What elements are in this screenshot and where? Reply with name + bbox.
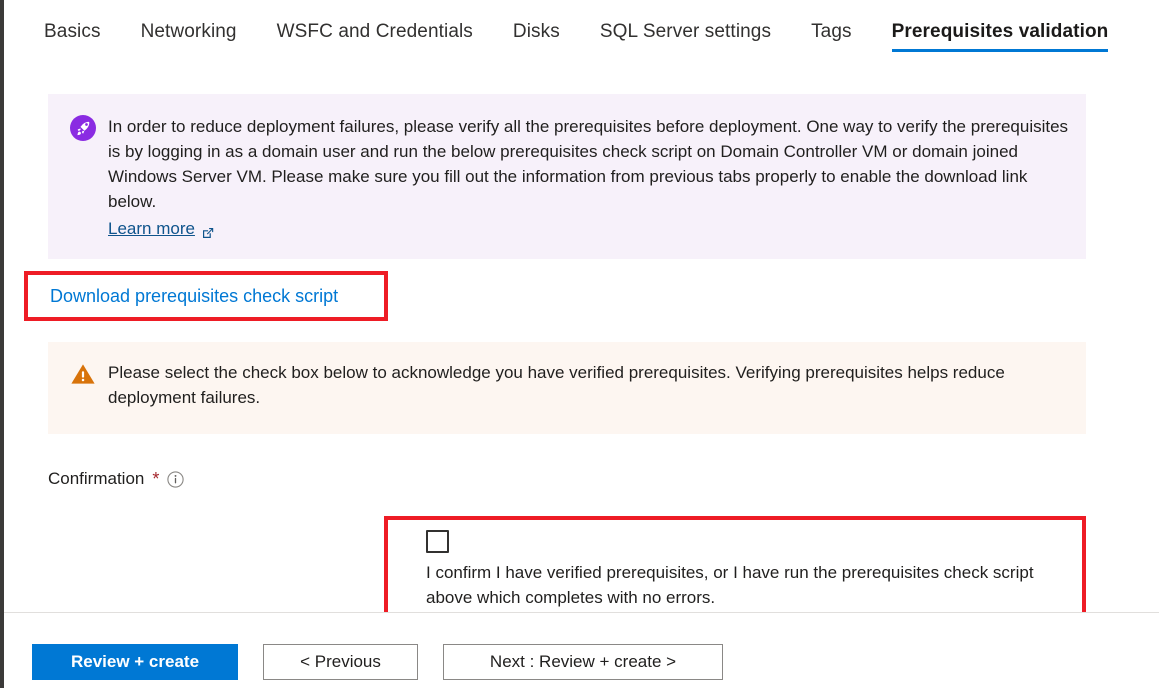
external-link-icon	[201, 222, 215, 238]
tab-wsfc-and-credentials[interactable]: WSFC and Credentials	[277, 0, 473, 57]
warning-banner-text: Please select the check box below to ack…	[108, 363, 1005, 407]
tab-networking[interactable]: Networking	[141, 0, 237, 57]
required-asterisk: *	[152, 469, 160, 489]
learn-more-label: Learn more	[108, 219, 195, 238]
confirmation-label: Confirmation	[48, 469, 145, 488]
confirmation-checkbox[interactable]	[426, 530, 449, 553]
learn-more-link[interactable]: Learn more	[108, 216, 215, 241]
info-banner-text: In order to reduce deployment failures, …	[108, 117, 1069, 211]
wizard-page: Basics Networking WSFC and Credentials D…	[4, 0, 1159, 689]
download-script-highlight-box: Download prerequisites check script	[24, 271, 388, 321]
review-create-button[interactable]: Review + create	[32, 644, 238, 680]
wizard-footer: Review + create < Previous Next : Review…	[4, 612, 1159, 689]
tab-sql-server-settings[interactable]: SQL Server settings	[600, 0, 771, 57]
rocket-icon	[70, 115, 96, 141]
wizard-content: In order to reduce deployment failures, …	[4, 66, 1159, 624]
previous-button[interactable]: < Previous	[263, 644, 418, 680]
tab-tags[interactable]: Tags	[811, 0, 852, 57]
warning-banner: Please select the check box below to ack…	[48, 342, 1086, 434]
confirmation-label-group: Confirmation *	[48, 469, 185, 489]
confirmation-checkbox-label[interactable]: I confirm I have verified prerequisites,…	[426, 560, 1076, 610]
info-banner: In order to reduce deployment failures, …	[48, 94, 1086, 259]
confirmation-field: I confirm I have verified prerequisites,…	[426, 530, 1076, 610]
download-prerequisites-check-script-link[interactable]: Download prerequisites check script	[50, 286, 338, 307]
tab-basics[interactable]: Basics	[44, 0, 101, 57]
confirmation-highlight-box: I confirm I have verified prerequisites,…	[384, 516, 1086, 624]
next-review-create-button[interactable]: Next : Review + create >	[443, 644, 723, 680]
info-circle-icon[interactable]	[167, 470, 185, 488]
tab-disks[interactable]: Disks	[513, 0, 560, 57]
tab-prerequisites-validation[interactable]: Prerequisites validation	[891, 0, 1109, 57]
info-banner-body: In order to reduce deployment failures, …	[108, 114, 1070, 241]
wizard-tab-bar: Basics Networking WSFC and Credentials D…	[4, 0, 1159, 66]
warning-triangle-icon	[70, 361, 96, 387]
footer-button-row: Review + create < Previous Next : Review…	[32, 644, 723, 680]
